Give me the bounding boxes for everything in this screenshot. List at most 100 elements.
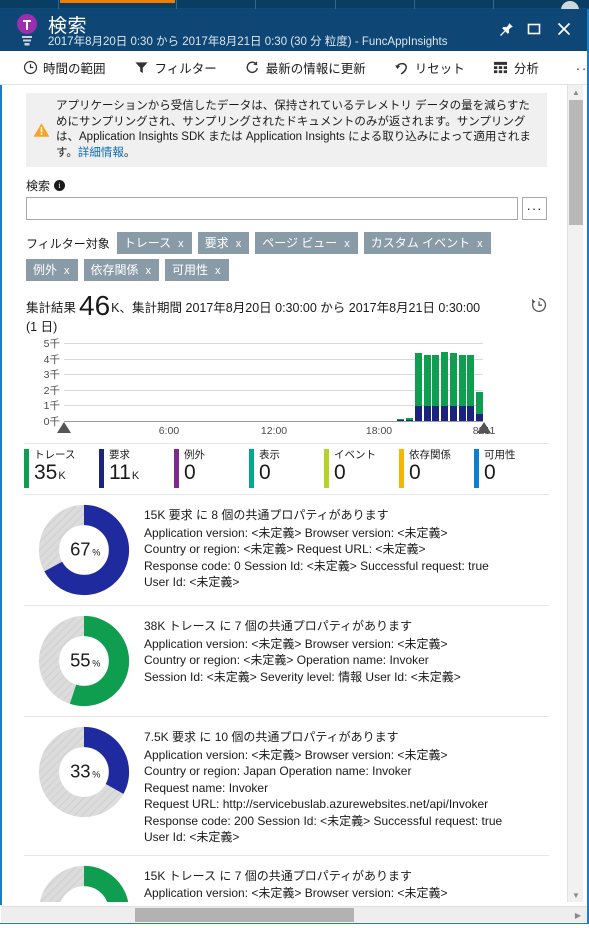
filter-chip-custom-event[interactable]: カスタム イベント x xyxy=(363,232,491,254)
legend-labels: 表示 0 xyxy=(259,449,280,488)
filter-chip-exception[interactable]: 例外 x xyxy=(26,259,78,281)
chart-x-tick: 18:00 xyxy=(365,425,393,437)
filter-chip-request[interactable]: 要求 x xyxy=(197,232,250,254)
search-blade: 検索 2017年8月20日 0:30 から 2017年8月21日 0:30 (3… xyxy=(0,0,589,928)
result-summary: 集計結果 46K、集計期間 2017年8月20日 0:30:00 から 2017年… xyxy=(26,292,547,337)
command-refresh[interactable]: 最新の情報に更新 xyxy=(237,53,374,83)
range-handle-left[interactable] xyxy=(57,422,71,433)
search-input[interactable] xyxy=(26,197,518,220)
result-card-property-line: User Id: <未定義> xyxy=(144,830,240,844)
result-card[interactable]: 67% 15K 要求 に 8 個の共通プロパティがあります Application … xyxy=(24,494,549,605)
legend-color-swatch xyxy=(399,449,404,488)
donut-chart-wrapper: 67% xyxy=(24,504,130,596)
chip-remove-icon[interactable]: x xyxy=(64,265,70,277)
command-time-range[interactable]: 時間の範囲 xyxy=(14,53,114,83)
donut-chart-wrapper: 33% xyxy=(24,726,130,846)
result-card-text: 7.5K 要求 に 10 個の共通プロパティがあります Application v… xyxy=(144,726,502,846)
chart-y-tick: 0千 xyxy=(43,416,60,428)
chip-remove-icon[interactable]: x xyxy=(344,238,350,250)
chart-bar[interactable] xyxy=(441,352,449,421)
chart-bar[interactable] xyxy=(432,354,440,421)
chart-bar[interactable] xyxy=(449,353,457,421)
chart-bar-segment-request xyxy=(458,406,466,421)
info-icon[interactable]: i xyxy=(54,180,66,191)
donut-chart-wrapper: 22% xyxy=(24,865,130,902)
donut-percent-value: 55 xyxy=(70,650,90,671)
window-bottom-rule xyxy=(0,923,589,928)
command-columns[interactable]: ··· 項目表示 xyxy=(569,53,589,83)
legend-item[interactable]: トレース 35K xyxy=(24,449,99,488)
legend-item[interactable]: 例外 0 xyxy=(174,449,249,488)
history-clock-icon[interactable] xyxy=(531,297,547,313)
search-more-button[interactable]: ··· xyxy=(522,197,547,220)
result-card-text: 15K トレース に 7 個の共通プロパティがあります Application v… xyxy=(144,865,461,903)
filter-chip-availability[interactable]: 可用性 x xyxy=(165,259,229,281)
lightbulb-icon xyxy=(17,14,37,46)
result-card-property-line: User Id: <未定義> xyxy=(144,575,240,589)
result-card-property-line: Country or region: <未定義> Operation name:… xyxy=(144,902,461,903)
chart-bar-segment-request xyxy=(423,406,431,421)
scroll-right-arrow[interactable]: ▶ xyxy=(571,908,585,922)
horizontal-scroll-thumb[interactable] xyxy=(135,908,354,922)
learn-more-link[interactable]: 詳細情報 xyxy=(78,147,124,159)
result-card[interactable]: 55% 38K トレース に 7 個の共通プロパティがあります Applicatio… xyxy=(24,605,549,716)
blade-content: アプリケーションから受信したデータは、保持されているテレメトリ データの量を減ら… xyxy=(1,85,571,902)
telemetry-legend: トレース 35K 要求 11K 例外 0 表示 0 イベント 0 依存関係 0 可用性 0 xyxy=(24,443,549,488)
chart-bar[interactable] xyxy=(458,355,466,421)
result-card-property-line: Country or region: Japan Operation name:… xyxy=(144,764,412,778)
pin-icon[interactable] xyxy=(493,17,519,41)
blade-left-edge xyxy=(0,85,2,905)
filter-row-label: フィルター対象 xyxy=(26,236,110,251)
result-card-headline: 38K トレース に 7 個の共通プロパティがあります xyxy=(144,619,413,633)
chart-bar-segment-request xyxy=(414,406,422,421)
horizontal-scrollbar[interactable]: ▶ xyxy=(1,906,587,922)
filter-chip-trace[interactable]: トレース x xyxy=(116,232,192,254)
vertical-scrollbar[interactable]: ▲ ▼ xyxy=(567,85,583,902)
chart-bar[interactable] xyxy=(423,355,431,421)
chart-bar-segment-trace xyxy=(458,355,466,407)
filter-chip-row: フィルター対象 トレース x 要求 x ページ ビュー x カスタム イベント … xyxy=(26,232,547,281)
chip-remove-icon[interactable]: x xyxy=(215,265,221,277)
result-card-property-line: Session Id: <未定義> Severity level: 情報 Use… xyxy=(144,669,461,684)
result-card-property-line: Application version: <未定義> Browser versi… xyxy=(144,747,448,762)
clock-icon xyxy=(22,60,38,76)
chip-remove-icon[interactable]: x xyxy=(146,265,152,277)
command-label: 最新の情報に更新 xyxy=(265,62,366,76)
command-analytics[interactable]: 分析 xyxy=(485,53,547,83)
chart-bar[interactable] xyxy=(467,354,475,421)
telemetry-bar-chart[interactable]: 5千 4千 3千 2千 1千 0千 6:00 12:00 18:00 8211 xyxy=(20,338,553,439)
title-bar: 検索 2017年8月20日 0:30 から 2017年8月21日 0:30 (3… xyxy=(0,9,589,51)
maximize-icon[interactable] xyxy=(521,17,547,41)
range-handle-right[interactable] xyxy=(477,422,491,433)
chart-bar[interactable] xyxy=(476,392,484,421)
filter-chip-pageview[interactable]: ページ ビュー x xyxy=(255,232,358,254)
chart-bar-segment-request xyxy=(432,406,440,421)
warning-triangle-icon xyxy=(26,93,56,167)
chip-remove-icon[interactable]: x xyxy=(236,238,242,250)
legend-item[interactable]: 要求 11K xyxy=(99,449,174,488)
legend-item[interactable]: 可用性 0 xyxy=(474,449,549,488)
close-icon[interactable] xyxy=(551,17,577,41)
chip-label: 可用性 xyxy=(172,263,209,277)
vertical-scroll-thumb[interactable] xyxy=(569,100,583,225)
legend-labels: 要求 11K xyxy=(109,449,139,488)
donut-percent-value: 33 xyxy=(70,761,90,782)
chart-bar[interactable] xyxy=(414,353,422,421)
chip-remove-icon[interactable]: x xyxy=(178,238,184,250)
legend-item[interactable]: イベント 0 xyxy=(324,449,399,488)
result-card-property-line: Request URL: http://servicebuslab.azurew… xyxy=(144,797,489,811)
result-card[interactable]: 33% 7.5K 要求 に 10 個の共通プロパティがあります Applicatio… xyxy=(24,716,549,855)
browser-tabstrip xyxy=(0,0,589,10)
legend-item[interactable]: 表示 0 xyxy=(249,449,324,488)
scroll-up-arrow[interactable]: ▲ xyxy=(568,85,584,99)
scroll-down-arrow[interactable]: ▼ xyxy=(568,888,584,902)
filter-chip-dependency[interactable]: 依存関係 x xyxy=(83,259,160,281)
result-card[interactable]: 22% 15K トレース に 7 個の共通プロパティがあります Applicatio… xyxy=(24,854,549,903)
legend-item[interactable]: 依存関係 0 xyxy=(399,449,474,488)
summary-count-unit: K xyxy=(111,301,120,315)
legend-value-unit: K xyxy=(58,470,66,482)
chip-remove-icon[interactable]: x xyxy=(477,238,483,250)
donut-percent-unit: % xyxy=(92,548,100,558)
command-reset[interactable]: リセット xyxy=(386,53,473,83)
command-filter[interactable]: フィルター xyxy=(126,53,225,83)
